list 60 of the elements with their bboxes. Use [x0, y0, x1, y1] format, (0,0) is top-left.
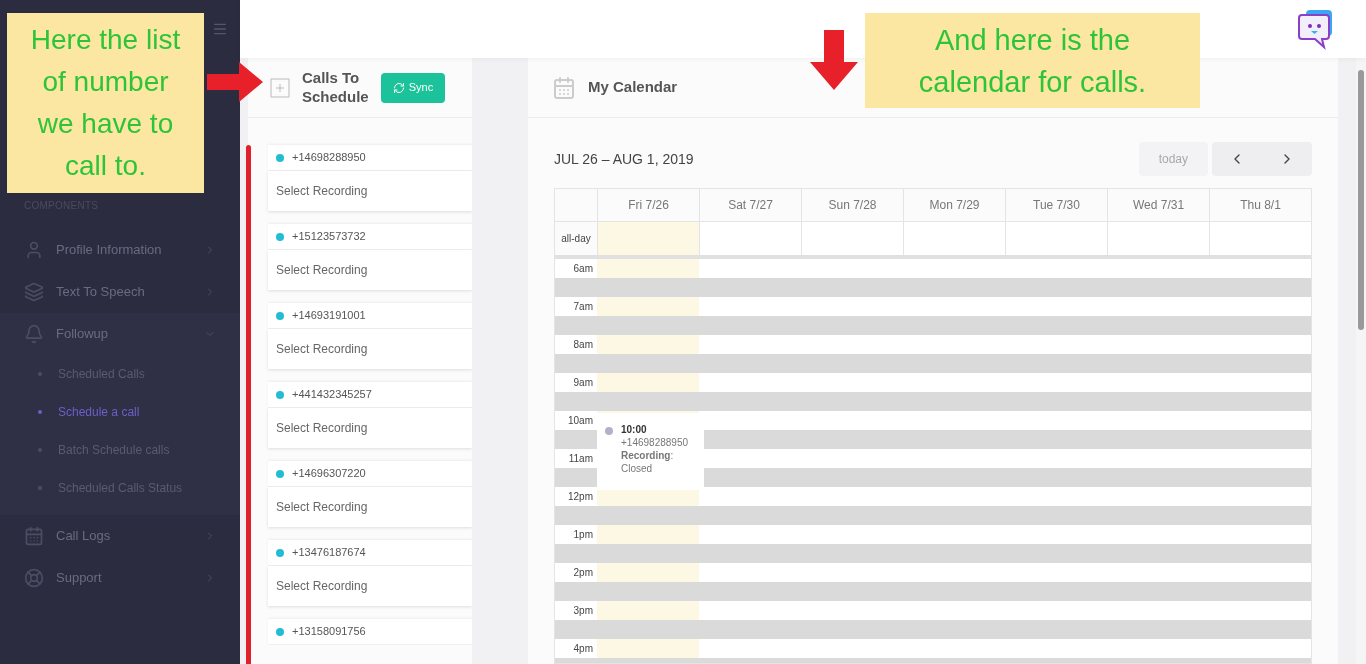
annotation-callout: And here is the calendar for calls. [865, 13, 1200, 108]
phone-number: +441432345257 [292, 387, 372, 403]
sidebar-item[interactable]: Followup [0, 313, 240, 355]
event-number: +14698288950 [621, 436, 690, 449]
hour-label: 6am [572, 262, 594, 276]
day-header: Mon 7/29 [903, 189, 1005, 221]
arrow-drawing [207, 62, 263, 102]
hour-label: 8am [572, 338, 594, 352]
sync-button[interactable]: Sync [380, 72, 446, 103]
sidebar-item[interactable]: Profile Information [0, 229, 240, 271]
event-time: 10:00 [621, 423, 648, 436]
date-range: JUL 26 – AUG 1, 2019 [554, 149, 695, 169]
day-header: Sat 7/27 [699, 189, 801, 221]
hour-label: 1pm [572, 528, 594, 542]
sidebar-item[interactable]: Text To Speech [0, 271, 240, 313]
recording-select[interactable]: Select Recording [268, 566, 472, 606]
hour-label: 9am [572, 376, 594, 390]
panel-title: My Calendar [588, 77, 678, 98]
recording-select[interactable]: Select Recording [268, 487, 472, 527]
day-header: Fri 7/26 [597, 189, 699, 221]
hour-label: 7am [572, 300, 594, 314]
menu-icon[interactable] [212, 21, 228, 37]
phone-number: +14693191001 [292, 308, 366, 324]
day-header: Tue 7/30 [1005, 189, 1107, 221]
day-header: Wed 7/31 [1107, 189, 1209, 221]
bell-icon [24, 324, 44, 344]
hour-label: 3pm [572, 604, 594, 618]
recording-select[interactable]: Select Recording [268, 250, 472, 290]
hour-label: 4pm [572, 642, 594, 656]
recording-select[interactable]: Select Recording [268, 329, 472, 369]
day-header: Sun 7/28 [801, 189, 903, 221]
phone-number: +13158091756 [292, 624, 366, 640]
submenu-item[interactable]: Schedule a call [0, 393, 240, 431]
phone-number: +14698288950 [292, 150, 366, 166]
layers-icon [24, 282, 44, 302]
event-detail: Recording: Closed [621, 449, 675, 475]
phone-number: +14696307220 [292, 466, 366, 482]
hour-label: 11am [567, 452, 594, 466]
day-header: Thu 8/1 [1209, 189, 1311, 221]
lifebuoy-icon [24, 568, 44, 588]
hour-label: 10am [567, 414, 594, 428]
sidebar-item[interactable]: Support [0, 557, 240, 599]
hour-label: 12pm [567, 490, 594, 504]
user-icon [24, 240, 44, 260]
recording-select[interactable]: Select Recording [268, 408, 472, 448]
scrollbar[interactable] [1358, 70, 1364, 330]
annotation-callout: Here the list of number we have to call to. [7, 13, 204, 193]
phone-number: +15123573732 [292, 229, 366, 245]
panel-title: Calls To Schedule [302, 68, 369, 107]
hour-label: 2pm [572, 566, 594, 580]
phone-number: +13476187674 [292, 545, 366, 561]
add-icon [270, 77, 290, 98]
all-day-label: all-day [560, 232, 592, 246]
refresh-icon [392, 81, 405, 94]
sidebar-item[interactable]: Call Logs [0, 515, 240, 557]
calendar-icon [24, 526, 44, 546]
arrow-drawing [810, 30, 858, 90]
calendar-event[interactable]: 10:00 +14698288950 Recording: Closed [597, 413, 704, 490]
recording-select[interactable]: Select Recording [268, 171, 472, 211]
calendar-icon [552, 75, 576, 100]
